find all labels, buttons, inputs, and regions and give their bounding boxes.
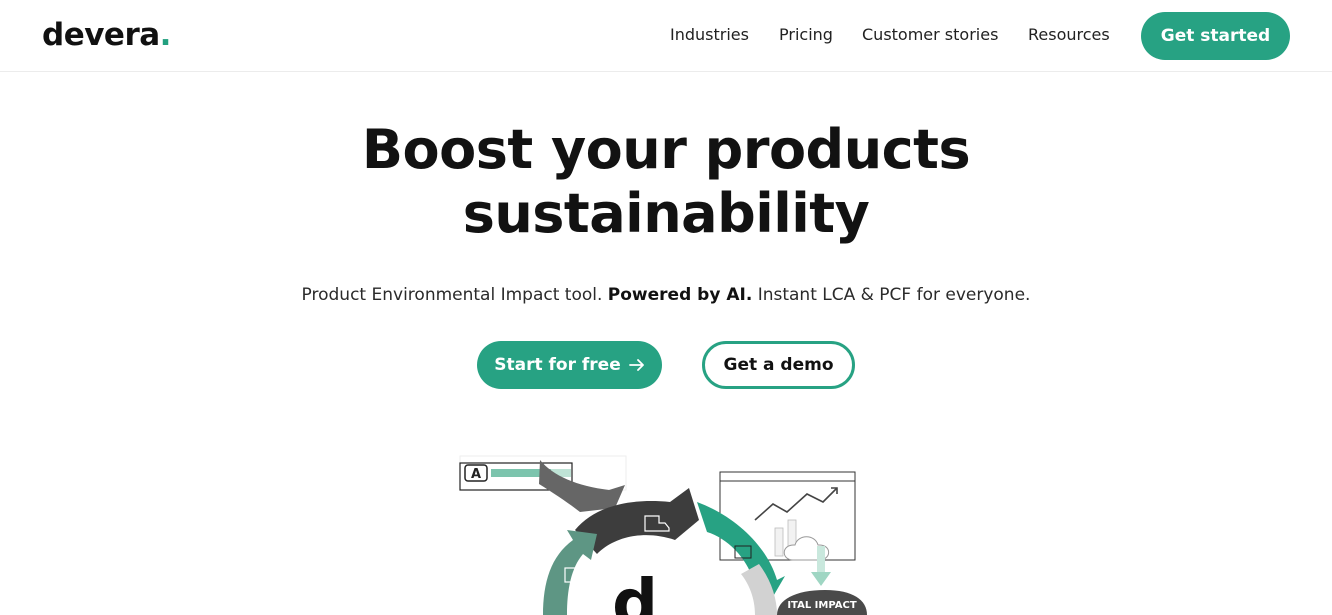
nav-customer-stories[interactable]: Customer stories [862,25,998,44]
lifecycle-illustration: A d ITAL IMPACT [459,455,867,615]
site-header: devera. Industries Pricing Customer stor… [0,0,1332,72]
start-for-free-label: Start for free [494,355,621,375]
arrow-right-icon [628,359,644,371]
get-started-button[interactable]: Get started [1141,12,1290,60]
hero-title: Boost your products sustainability [0,118,1332,246]
nav-pricing[interactable]: Pricing [779,25,833,44]
hero-subtitle: Product Environmental Impact tool. Power… [301,285,1031,305]
get-a-demo-button[interactable]: Get a demo [702,341,855,389]
start-for-free-button[interactable]: Start for free [477,341,662,389]
devera-center-badge: d [583,567,687,615]
impact-ring: ITAL IMPACT [777,590,867,615]
nav-resources[interactable]: Resources [1028,25,1110,44]
nav-industries[interactable]: Industries [670,25,749,44]
hero-title-line-1: Boost your products [361,118,971,181]
center-letter: d [612,567,658,615]
hero-title-line-2: sustainability [462,182,870,245]
devera-logo[interactable]: devera. [42,17,171,53]
impact-ring-text: ITAL IMPACT [787,600,857,611]
energy-label-letter: A [471,467,481,482]
